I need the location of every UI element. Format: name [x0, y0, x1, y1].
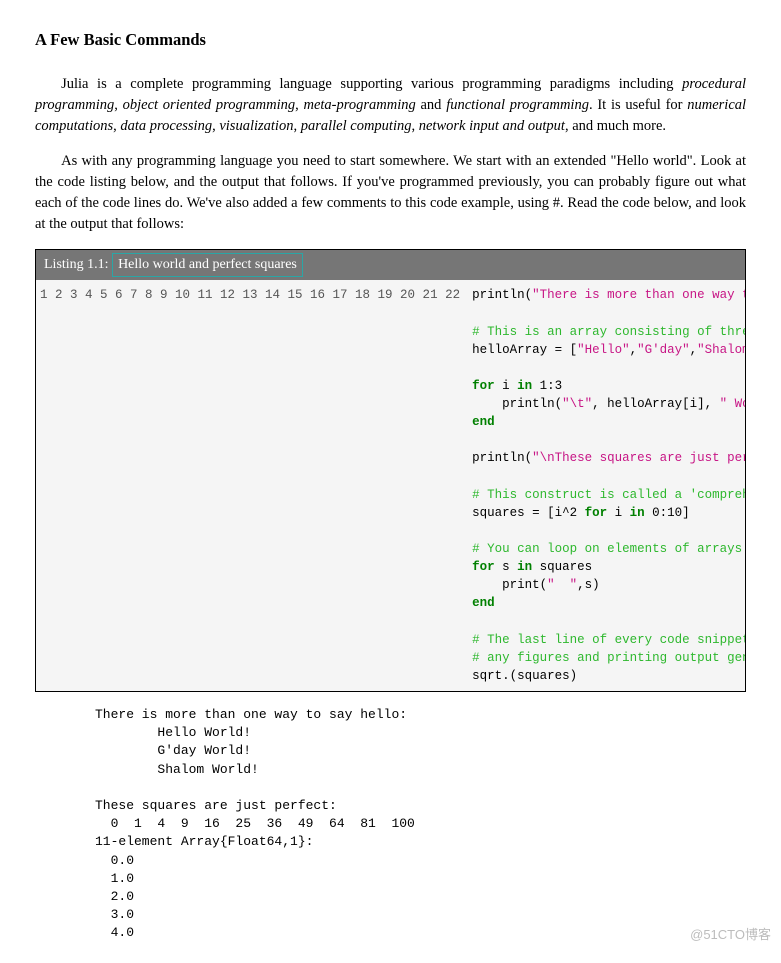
l4b: "Hello": [577, 343, 630, 357]
l12: # This construct is called a 'comprehens…: [472, 488, 745, 502]
l21: # any figures and printing output genera…: [472, 651, 745, 665]
l16d: squares: [532, 560, 592, 574]
p1-t4: . It is useful for: [589, 97, 687, 113]
p1-i2: meta-programming: [304, 97, 416, 113]
l13e: 0:10]: [645, 506, 690, 520]
listing-label: Listing 1.1:: [44, 257, 112, 272]
l13d: in: [630, 506, 645, 520]
l10a: println(: [472, 451, 532, 465]
p1-t0: Julia is a complete programming language…: [61, 76, 682, 92]
l17a: print(: [472, 578, 547, 592]
p1-i5: data processing: [120, 118, 212, 134]
p1-t9: , and much more.: [565, 118, 666, 134]
l6a: for: [472, 379, 495, 393]
l20: # The last line of every code snippet is…: [472, 633, 745, 647]
p1-i6: visualization: [219, 118, 293, 134]
l6d: 1:3: [532, 379, 562, 393]
l13b: for: [585, 506, 608, 520]
p1-t8: ,: [411, 118, 418, 134]
l6c: in: [517, 379, 532, 393]
l8: end: [472, 415, 495, 429]
l17b: " ": [547, 578, 577, 592]
paragraph-2: As with any programming language you nee…: [35, 151, 746, 235]
p1-i8: network input and output: [419, 118, 565, 134]
l4d: "G'day": [637, 343, 690, 357]
l3: # This is an array consisting of three s…: [472, 325, 745, 339]
l1b: "There is more than one way to say hello…: [532, 288, 745, 302]
p1-t2: ,: [295, 97, 303, 113]
l1a: println(: [472, 288, 532, 302]
listing-header: Listing 1.1: Hello world and perfect squ…: [36, 250, 745, 280]
line-numbers: 1 2 3 4 5 6 7 8 9 10 11 12 13 14 15 16 1…: [36, 280, 468, 691]
l4f: "Shalom": [697, 343, 745, 357]
l15: # You can loop on elements of arrays wit…: [472, 542, 745, 556]
l13a: squares = [i^2: [472, 506, 585, 520]
watermark: @51CTO博客: [690, 926, 771, 945]
p1-t7: ,: [293, 118, 300, 134]
l7a: println(: [472, 397, 562, 411]
l10b: "\nThese squares are just perfect:": [532, 451, 745, 465]
l7c: , helloArray[i],: [592, 397, 720, 411]
l13c: i: [607, 506, 630, 520]
l22: sqrt.(squares): [472, 669, 577, 683]
l16a: for: [472, 560, 495, 574]
p1-i1: object oriented programming: [123, 97, 295, 113]
l4c: ,: [630, 343, 638, 357]
code-listing: Listing 1.1: Hello world and perfect squ…: [35, 249, 746, 692]
l4a: helloArray = [: [472, 343, 577, 357]
l16b: s: [495, 560, 518, 574]
p1-t3: and: [416, 97, 446, 113]
code-body: 1 2 3 4 5 6 7 8 9 10 11 12 13 14 15 16 1…: [36, 280, 745, 691]
section-heading: A Few Basic Commands: [35, 28, 746, 52]
l18: end: [472, 596, 495, 610]
p1-i3: functional programming: [446, 97, 589, 113]
listing-title: Hello world and perfect squares: [112, 253, 303, 277]
paragraph-1: Julia is a complete programming language…: [35, 74, 746, 137]
output-block: There is more than one way to say hello:…: [95, 706, 746, 942]
l16c: in: [517, 560, 532, 574]
p1-t1: ,: [114, 97, 122, 113]
l7d: " World!": [720, 397, 745, 411]
l6b: i: [495, 379, 518, 393]
l17c: ,s): [577, 578, 600, 592]
p1-i7: parallel computing: [301, 118, 412, 134]
l7b: "\t": [562, 397, 592, 411]
code-content: println("There is more than one way to s…: [468, 280, 745, 691]
